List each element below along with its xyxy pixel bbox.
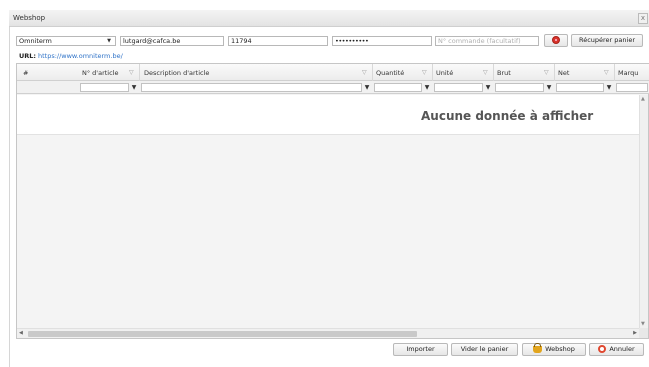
stop-button[interactable]: [544, 34, 568, 47]
scroll-right-icon[interactable]: ▶: [633, 330, 637, 336]
filter-dropdown-icon[interactable]: ▼: [363, 83, 371, 92]
title-bar: Webshop x: [9, 10, 649, 27]
column-separator: [614, 64, 615, 81]
filter-funnel-icon[interactable]: ▽: [422, 69, 427, 76]
filter-input-unit[interactable]: [434, 83, 483, 92]
cancel-button[interactable]: Annuler: [589, 343, 644, 356]
column-header-article-number[interactable]: N° d'article: [82, 69, 118, 77]
column-separator: [372, 64, 373, 81]
filter-input-net[interactable]: [556, 83, 604, 92]
filter-funnel-icon[interactable]: ▽: [604, 69, 609, 76]
webshop-button-label: Webshop: [545, 345, 575, 353]
column-separator: [493, 64, 494, 81]
webshop-button[interactable]: Webshop: [522, 342, 586, 356]
scroll-thumb[interactable]: [28, 331, 417, 337]
filter-dropdown-icon[interactable]: ▼: [423, 83, 431, 92]
import-button[interactable]: Importer: [393, 343, 448, 356]
column-header-gross[interactable]: Brut: [497, 69, 511, 77]
scroll-down-icon[interactable]: ▼: [641, 321, 645, 327]
supplier-select[interactable]: Omniterm ▼: [16, 36, 116, 46]
filter-input-gross[interactable]: [495, 83, 544, 92]
webshop-window: Webshop x Omniterm ▼ lutgard@cafca.be 11…: [0, 0, 649, 367]
filter-dropdown-icon[interactable]: ▼: [130, 83, 138, 92]
column-header-unit[interactable]: Unité: [436, 69, 453, 77]
email-field[interactable]: lutgard@cafca.be: [120, 36, 224, 46]
filter-input-article-number[interactable]: [80, 83, 129, 92]
scroll-up-icon[interactable]: ▲: [641, 96, 645, 102]
password-field[interactable]: ••••••••••: [332, 36, 432, 46]
filter-dropdown-icon[interactable]: ▼: [484, 83, 492, 92]
column-header-description[interactable]: Description d'article: [144, 69, 209, 77]
scroll-corner: [639, 328, 648, 338]
clear-cart-button[interactable]: Vider le panier: [451, 343, 518, 356]
empty-message: Aucune donnée à afficher: [421, 109, 594, 123]
column-header-net[interactable]: Net: [558, 69, 569, 77]
filter-funnel-icon[interactable]: ▽: [362, 69, 367, 76]
retrieve-cart-button[interactable]: Récupérer panier: [571, 34, 643, 47]
horizontal-scrollbar[interactable]: ◀ ▶: [17, 328, 641, 338]
dropdown-arrow-icon[interactable]: ▼: [107, 37, 111, 45]
basket-icon: [533, 342, 543, 353]
supplier-value: Omniterm: [19, 37, 52, 45]
window-title: Webshop: [13, 14, 46, 22]
empty-state: Aucune donnée à afficher: [17, 95, 641, 135]
filter-funnel-icon[interactable]: ▽: [483, 69, 488, 76]
column-separator: [432, 64, 433, 81]
close-icon[interactable]: x: [638, 13, 648, 24]
column-header-quantity[interactable]: Quantité: [376, 69, 404, 77]
filter-funnel-icon[interactable]: ▽: [544, 69, 549, 76]
filter-dropdown-icon[interactable]: ▼: [545, 83, 553, 92]
filter-row: ▼ ▼ ▼ ▼ ▼ ▼: [17, 81, 649, 94]
column-header-index[interactable]: #: [23, 69, 28, 77]
filter-funnel-icon[interactable]: ▽: [129, 69, 134, 76]
column-separator: [554, 64, 555, 81]
column-header-brand[interactable]: Marqu: [618, 69, 638, 77]
red-stop-icon: [552, 36, 560, 44]
vertical-scrollbar[interactable]: ▲ ▼: [639, 95, 648, 328]
grid-header: # N° d'article ▽ Description d'article ▽…: [17, 64, 649, 81]
filter-dropdown-icon[interactable]: ▼: [605, 83, 613, 92]
customer-number-field[interactable]: 11794: [228, 36, 328, 46]
filter-input-brand[interactable]: [616, 83, 648, 92]
url-link[interactable]: https://www.omniterm.be/: [38, 52, 123, 60]
scroll-left-icon[interactable]: ◀: [19, 330, 23, 336]
filter-input-description[interactable]: [141, 83, 362, 92]
filter-input-quantity[interactable]: [374, 83, 422, 92]
cancel-icon: [598, 345, 607, 353]
cancel-button-label: Annuler: [609, 345, 635, 353]
url-label: URL:: [19, 52, 37, 60]
column-separator: [139, 64, 140, 81]
order-number-field[interactable]: N° commande (facultatif): [435, 36, 539, 46]
article-grid: # N° d'article ▽ Description d'article ▽…: [16, 63, 649, 339]
